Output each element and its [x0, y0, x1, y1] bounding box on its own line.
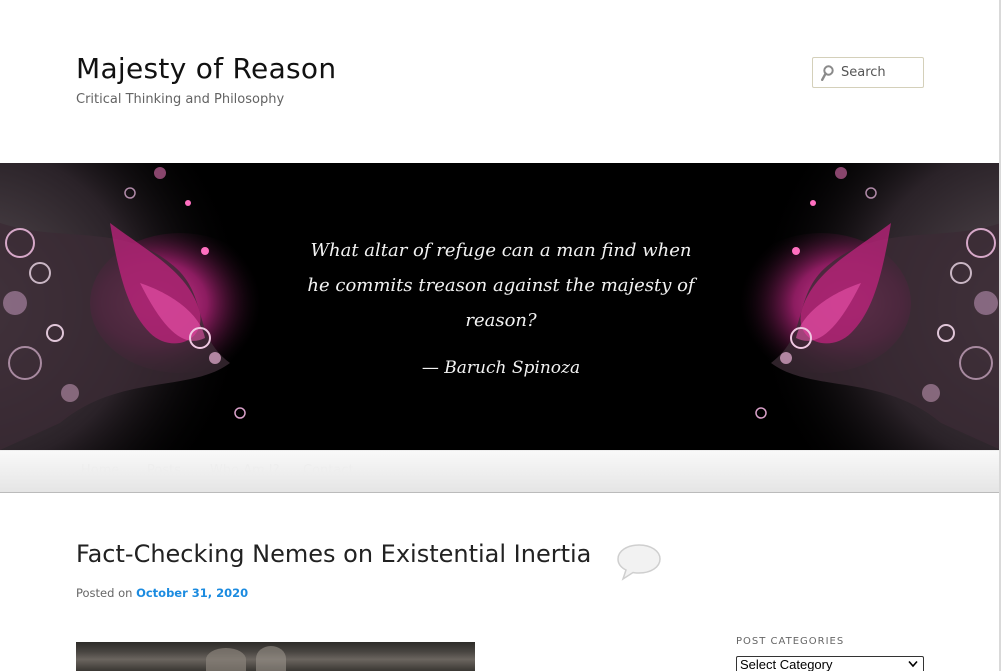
banner-quote: What altar of refuge can a man find when… — [307, 240, 695, 331]
chevron-down-icon — [908, 660, 918, 668]
banner-quote-author: — Baruch Spinoza — [421, 358, 581, 378]
site-title[interactable]: Majesty of Reason — [76, 52, 336, 85]
nav-item-home[interactable]: Home — [81, 463, 119, 478]
nav-item-who-am-i[interactable]: Who Am I? — [210, 463, 280, 478]
post-date-link[interactable]: October 31, 2020 — [136, 586, 248, 600]
category-select[interactable]: Select Category — [736, 656, 924, 671]
nav-item-contact[interactable]: Contact — [303, 463, 354, 478]
category-select-value: Select Category — [740, 657, 833, 671]
main-navigation: Home Posts Who Am I? Contact — [0, 450, 1001, 493]
nav-item-posts[interactable]: Posts — [147, 463, 181, 478]
post-meta: Posted on October 31, 2020 — [76, 586, 248, 600]
post-title[interactable]: Fact-Checking Nemes on Existential Inert… — [76, 540, 591, 568]
search-input[interactable] — [839, 58, 923, 87]
posted-on-label: Posted on — [76, 586, 133, 600]
search-box[interactable] — [812, 57, 924, 88]
header-banner: What altar of refuge can a man find when… — [0, 163, 1001, 450]
post-featured-image — [76, 642, 475, 671]
comment-bubble-icon[interactable] — [616, 543, 662, 581]
site-description: Critical Thinking and Philosophy — [76, 92, 285, 107]
search-icon — [821, 65, 834, 81]
post-categories-title: POST CATEGORIES — [736, 636, 845, 647]
